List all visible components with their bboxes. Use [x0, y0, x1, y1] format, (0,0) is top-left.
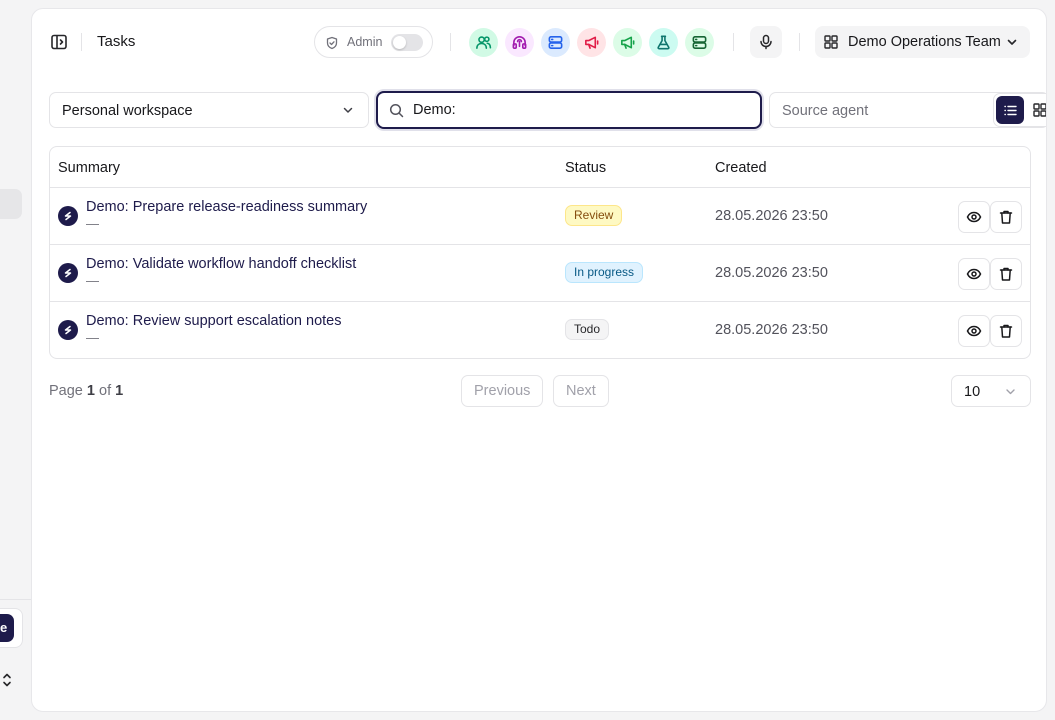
- column-header-status: Status: [565, 160, 607, 176]
- trash-icon: [999, 324, 1013, 338]
- agent-avatar: [58, 320, 78, 340]
- server-icon: [692, 36, 707, 49]
- list-icon: [1003, 105, 1017, 115]
- sidebar-toggle-icon[interactable]: [50, 33, 68, 51]
- headset-icon: [512, 36, 527, 49]
- bolt-icon: [64, 325, 72, 335]
- server-icon: [548, 36, 563, 49]
- shield-icon: [326, 36, 338, 50]
- bolt-icon: [64, 211, 72, 221]
- view-toggle: [993, 93, 1046, 127]
- view-button[interactable]: [958, 315, 990, 347]
- status-badge: Review: [565, 205, 623, 226]
- task-subtitle: —: [86, 216, 99, 231]
- page-title: Tasks: [97, 33, 136, 50]
- task-title[interactable]: Demo: Validate workflow handoff checklis…: [86, 255, 356, 273]
- table-row[interactable]: Demo: Review support escalation notes — …: [50, 301, 1030, 358]
- previous-button[interactable]: Previous: [461, 375, 544, 407]
- agent-headset-icon[interactable]: [505, 28, 534, 57]
- task-title[interactable]: Demo: Review support escalation notes: [86, 312, 342, 330]
- page-indicator: Page 1 of 1: [49, 382, 123, 400]
- workspace-select-value: Personal workspace: [62, 103, 193, 119]
- table-row[interactable]: Demo: Validate workflow handoff checklis…: [50, 244, 1030, 301]
- table-row[interactable]: Demo: Prepare release-readiness summary …: [50, 187, 1030, 244]
- team-label: Demo Operations Team: [848, 34, 1001, 50]
- page-word: Page: [49, 383, 83, 399]
- workspace-select[interactable]: Personal workspace: [49, 92, 369, 128]
- bolt-icon: [64, 268, 72, 278]
- search-field[interactable]: [376, 91, 762, 129]
- search-input[interactable]: [413, 100, 743, 120]
- admin-switch[interactable]: [391, 34, 423, 51]
- delete-button[interactable]: [990, 315, 1022, 347]
- per-page-value: 10: [964, 384, 981, 400]
- agent-server-icon[interactable]: [685, 28, 714, 57]
- sidebar-footer-button-label: e: [0, 620, 8, 635]
- current-page: 1: [86, 383, 95, 399]
- chevron-down-icon: [1006, 389, 1015, 395]
- column-header-created: Created: [715, 160, 767, 176]
- eye-icon: [966, 211, 982, 223]
- per-page-select[interactable]: 10: [951, 375, 1031, 407]
- flask-icon: [657, 35, 670, 50]
- eye-icon: [966, 268, 982, 280]
- agent-flask-icon[interactable]: [649, 28, 678, 57]
- header-divider: [733, 33, 734, 51]
- microphone-button[interactable]: [750, 26, 782, 58]
- microphone-icon: [760, 34, 772, 50]
- delete-button[interactable]: [990, 201, 1022, 233]
- created-date: 28.05.2026 23:50: [715, 322, 828, 338]
- grid-icon: [1033, 103, 1046, 117]
- megaphone-icon: [585, 36, 599, 49]
- sidebar-divider: [0, 599, 31, 600]
- created-date: 28.05.2026 23:50: [715, 265, 828, 281]
- tasks-table: Summary Status Created Demo: Prepare rel…: [49, 146, 1031, 359]
- header: Tasks Admin Demo Operations Team: [32, 9, 1046, 75]
- agent-avatar: [58, 263, 78, 283]
- chevron-down-icon: [1007, 39, 1017, 45]
- next-button[interactable]: Next: [553, 375, 609, 407]
- trash-icon: [999, 267, 1013, 281]
- column-header-summary: Summary: [58, 160, 121, 176]
- total-pages: 1: [115, 383, 124, 399]
- created-date: 28.05.2026 23:50: [715, 208, 828, 224]
- users-icon: [476, 36, 492, 49]
- admin-toggle[interactable]: Admin: [314, 26, 433, 58]
- agent-megaphone-icon[interactable]: [577, 28, 606, 57]
- view-button[interactable]: [958, 201, 990, 233]
- trash-icon: [999, 210, 1013, 224]
- admin-switch-knob: [393, 36, 406, 49]
- chevrons-up-down-icon[interactable]: [1, 671, 13, 689]
- chevron-down-icon: [343, 107, 353, 113]
- sidebar-footer-button[interactable]: e: [0, 614, 14, 642]
- layout-grid-icon: [824, 35, 838, 49]
- header-divider: [799, 33, 800, 51]
- agent-server-icon[interactable]: [541, 28, 570, 57]
- delete-button[interactable]: [990, 258, 1022, 290]
- list-view-button[interactable]: [996, 96, 1024, 124]
- agent-users-icon[interactable]: [469, 28, 498, 57]
- source-agent-input[interactable]: [782, 101, 982, 121]
- task-title[interactable]: Demo: Prepare release-readiness summary: [86, 198, 367, 216]
- view-button[interactable]: [958, 258, 990, 290]
- agent-megaphone-icon[interactable]: [613, 28, 642, 57]
- task-subtitle: —: [86, 273, 99, 288]
- task-subtitle: —: [86, 330, 99, 345]
- search-icon: [389, 103, 404, 118]
- grid-view-button[interactable]: [1026, 96, 1046, 124]
- admin-label: Admin: [347, 35, 383, 49]
- sidebar-active-item[interactable]: [0, 189, 22, 219]
- megaphone-icon: [621, 36, 635, 49]
- status-badge: In progress: [565, 262, 644, 283]
- eye-icon: [966, 325, 982, 337]
- header-divider: [81, 33, 82, 51]
- main-panel: Tasks Admin Demo Operations Team Persona…: [31, 8, 1047, 712]
- agent-avatar: [58, 206, 78, 226]
- team-selector[interactable]: Demo Operations Team: [815, 26, 1030, 58]
- status-badge: Todo: [565, 319, 610, 340]
- header-divider: [450, 33, 451, 51]
- of-word: of: [99, 383, 112, 399]
